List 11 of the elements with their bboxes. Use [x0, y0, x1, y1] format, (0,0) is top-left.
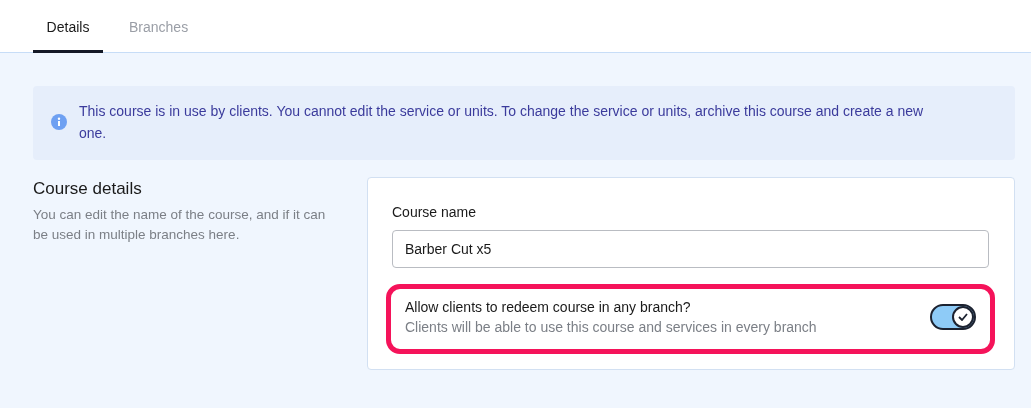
field-label: Course name: [392, 204, 478, 220]
tab[interactable]: Details: [33, 0, 103, 53]
toggle-switch[interactable]: [930, 304, 976, 330]
info-text: This course is in use by clients. You cannot edit the service or units. To change the service or units, archive this course and create a new one.: [79, 102, 925, 143]
check-icon: [958, 313, 968, 321]
setting-title: Allow clients to redeem course in any branch?: [405, 299, 692, 315]
course-name-field[interactable]: Barber Cut x5: [392, 230, 989, 268]
section-title: Course details: [33, 179, 143, 199]
info-icon: [51, 114, 67, 130]
setting-description: Clients will be able to use this course and services in every branch: [405, 319, 817, 335]
section-description: You can edit the name of the course, and if it can be used in multiple branches here.: [33, 206, 327, 244]
